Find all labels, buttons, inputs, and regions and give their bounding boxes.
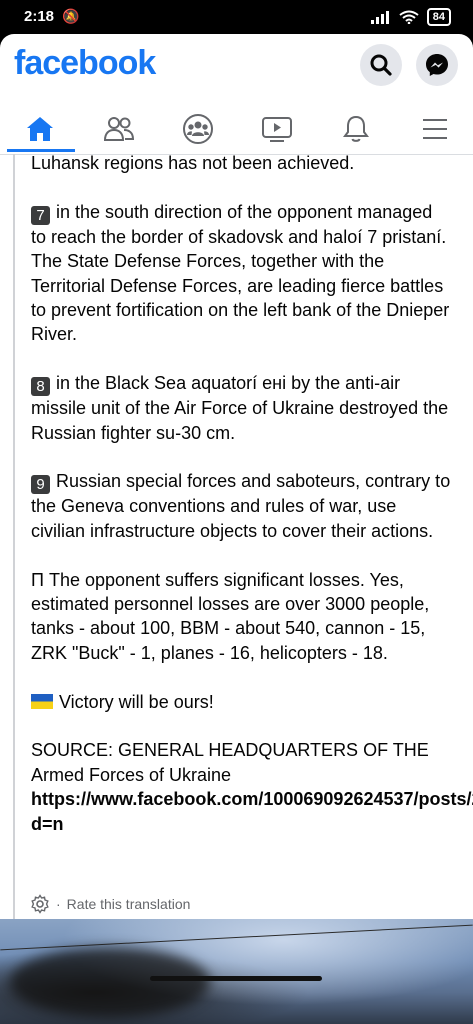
watch-icon	[261, 117, 292, 142]
post-paragraph-8: 8 in the Black Sea aquatorí енi by the an…	[31, 371, 451, 445]
ukraine-flag-icon	[31, 693, 53, 709]
gear-icon	[31, 894, 49, 914]
post-content: Luhansk regions has not been achieved. 7…	[0, 154, 473, 919]
paragraph-text: in the south direction of the opponent m…	[31, 201, 450, 345]
messenger-icon	[426, 54, 448, 76]
nav-watch[interactable]	[237, 106, 316, 152]
number-9-icon: 9	[31, 475, 50, 495]
battery-icon: 84	[426, 8, 451, 26]
post-paragraph: Luhansk regions has not been achieved.	[31, 154, 355, 173]
dot-separator: ·	[56, 896, 61, 912]
number-8-icon: 8	[31, 377, 50, 397]
nav-home[interactable]	[0, 106, 79, 152]
bell-icon	[342, 115, 369, 142]
messenger-button[interactable]	[416, 44, 458, 86]
friends-icon	[103, 117, 134, 141]
paragraph-text: Russian special forces and saboteurs, co…	[31, 471, 451, 541]
mute-icon: 🔕	[62, 8, 80, 24]
post-paragraph-losses: Π The opponent suffers significant losse…	[31, 569, 430, 663]
post-paragraph-victory: Victory will be ours!	[31, 690, 451, 714]
nav-notifications[interactable]	[316, 106, 395, 152]
facebook-app: facebook Luhansk regions has not been ac…	[0, 34, 473, 1024]
menu-icon	[422, 119, 447, 139]
photo-wire	[0, 924, 473, 951]
rate-translation-link[interactable]: Rate this translation	[67, 896, 191, 912]
photo-smoke	[10, 947, 210, 1017]
app-header: facebook	[0, 34, 473, 106]
status-time: 2:18	[24, 8, 55, 25]
nav-friends[interactable]	[79, 106, 158, 152]
number-7-icon: 7	[31, 205, 50, 225]
active-tab-indicator	[7, 149, 75, 152]
status-bar: 2:18 🔕 84	[0, 0, 473, 34]
post-paragraph-9: 9 Russian special forces and saboteurs, c…	[31, 469, 451, 543]
post-text: Luhansk regions has not been achieved. 7…	[31, 154, 473, 836]
source-link[interactable]: https://www.facebook.com/100069092624537…	[31, 789, 473, 833]
search-button[interactable]	[360, 44, 402, 86]
paragraph-text: in the Black Sea aquatorí енi by the ant…	[31, 373, 449, 443]
status-icons: 84	[370, 8, 451, 26]
wifi-icon	[399, 10, 419, 24]
nav-groups[interactable]	[158, 106, 237, 152]
nav-menu[interactable]	[395, 106, 473, 152]
groups-icon	[182, 114, 213, 144]
thread-line	[13, 154, 15, 919]
search-icon	[370, 54, 392, 76]
source-text: SOURCE: GENERAL HEADQUARTERS OF THE Arme…	[31, 740, 429, 785]
post-paragraph-source: SOURCE: GENERAL HEADQUARTERS OF THE Arme…	[31, 738, 473, 836]
paragraph-text: Victory will be ours!	[59, 691, 214, 712]
home-icon	[26, 117, 53, 141]
signal-icon	[370, 10, 391, 24]
facebook-logo[interactable]: facebook	[14, 44, 156, 83]
post-paragraph-7: 7 in the south direction of the opponent …	[31, 200, 451, 347]
gesture-home-bar[interactable]	[150, 976, 322, 981]
rate-translation-row[interactable]: · Rate this translation	[30, 894, 190, 914]
post-photo[interactable]	[0, 919, 473, 1024]
top-nav	[0, 106, 473, 155]
